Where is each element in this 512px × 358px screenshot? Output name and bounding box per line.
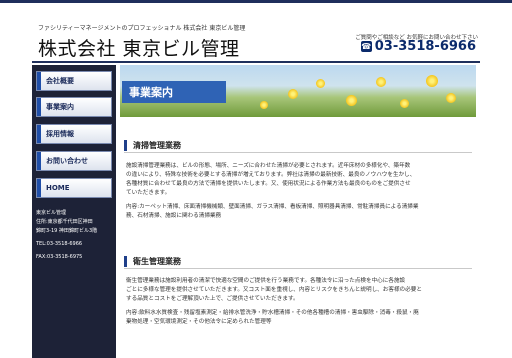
company-address-1: 住所:東京都千代田区神田 [36,219,93,225]
sidebar-item-company[interactable]: 会社概要 [36,71,112,91]
company-name: 東京ビル管理 [36,210,67,216]
flower-decoration [288,89,298,99]
phone-number[interactable]: ☎ 03-3518-6966 [360,39,476,54]
company-tel: TEL:03-3518-6966 [36,241,83,247]
flower-decoration [446,93,456,103]
section-heading-text: 衛生管理業務 [133,257,181,266]
sidebar-item-label: 採用情報 [46,130,74,138]
flower-decoration [400,99,409,108]
sidebar-item-label: 事業案内 [46,103,74,111]
flower-decoration [376,77,386,87]
section-body-sanitation: 衛生管理業務は施設利用者の清潔で快適な空間のご提供を行う業務です。各種法令に沿っ… [126,277,470,327]
sidebar-item-label: 会社概要 [46,77,74,85]
site-title[interactable]: 株式会社 東京ビル管理 [38,34,240,61]
flower-decoration [260,101,268,109]
section-body-cleaning: 施設清掃管理業務は、ビルの形態、場所、ニーズに合わせた清掃が必要とされます。近年… [126,162,470,221]
body-line: 各種材質に合わせて最良の方法で清掃を提供いたします。又、使用状況による作業方法も… [126,181,411,187]
sidebar: 会社概要 事業案内 採用情報 お問い合わせ HOME 東京ビル管理 住所:東京都… [32,65,116,358]
main-content: 事業案内 清掃管理業務 施設清掃管理業務は、ビルの形態、場所、ニーズに合わせた清… [120,65,476,358]
section-heading-sanitation: 衛生管理業務 [124,255,472,269]
flower-decoration [426,75,438,87]
body-line: する品質とコストをご理解頂いた上で、ご提供させていただきます。 [126,296,299,302]
phone-icon: ☎ [360,41,372,52]
flower-decoration [346,95,357,106]
body-line: の違いにより、特殊な技術を必要とする清掃が増えております。弊社は清掃の最新技術、… [126,172,416,178]
body-line: 施設清掃管理業務は、ビルの形態、場所、ニーズに合わせた清掃が必要とされます。近年… [126,163,411,169]
hero-banner: 事業案内 [120,65,476,117]
body-line: 衛生管理業務は施設利用者の清潔で快適な空間のご提供を行う業務です。各種法令に沿っ… [126,278,406,284]
sidebar-item-contact[interactable]: お問い合わせ [36,151,112,171]
hero-label-text: 事業案内 [129,86,173,99]
company-info: 東京ビル管理 住所:東京都千代田区神田 錦町3-19 神田錦町ビル3階 TEL:… [36,209,97,262]
sidebar-item-label: HOME [46,184,70,192]
sidebar-item-home[interactable]: HOME [36,178,112,198]
phone-text: 03-3518-6966 [374,39,476,54]
sidebar-item-business[interactable]: 事業案内 [36,97,112,117]
body-line: ごとに多様な管理を提供させていただきます。又コスト面を重視し、内容とリスクをきち… [126,287,422,293]
section-heading-cleaning: 清掃管理業務 [124,139,472,153]
flower-decoration [316,79,325,88]
section-heading-text: 清掃管理業務 [133,141,181,150]
page: ファシリティーマネージメントのプロフェッショナル 株式会社 東京ビル管理 株式会… [32,3,480,358]
company-address-2: 錦町3-19 神田錦町ビル3階 [36,228,98,234]
header-tagline: ファシリティーマネージメントのプロフェッショナル 株式会社 東京ビル管理 [38,25,246,32]
body-line: 内容:カーペット清掃、床面清掃機械類、壁面清掃、ガラス清掃、看板清掃、照明器具清… [126,204,419,210]
body-line: 棄物処理・空気環境測定・その他法令に定められた管理等 [126,319,272,325]
body-line: 務、石材清掃、施設に関わる清掃業務 [126,213,222,219]
company-fax: FAX:03-3518-6975 [36,254,83,260]
body-line: 内容:飲料水水質検査・残留塩素測定・給排水管洗浄・貯水槽清掃・その他各種槽の清掃… [126,310,419,316]
sidebar-item-recruit[interactable]: 採用情報 [36,124,112,144]
body-line: ていただきます。 [126,190,171,196]
sidebar-item-label: お問い合わせ [46,157,88,165]
hero-label: 事業案内 [122,81,226,103]
header-divider [32,61,480,63]
